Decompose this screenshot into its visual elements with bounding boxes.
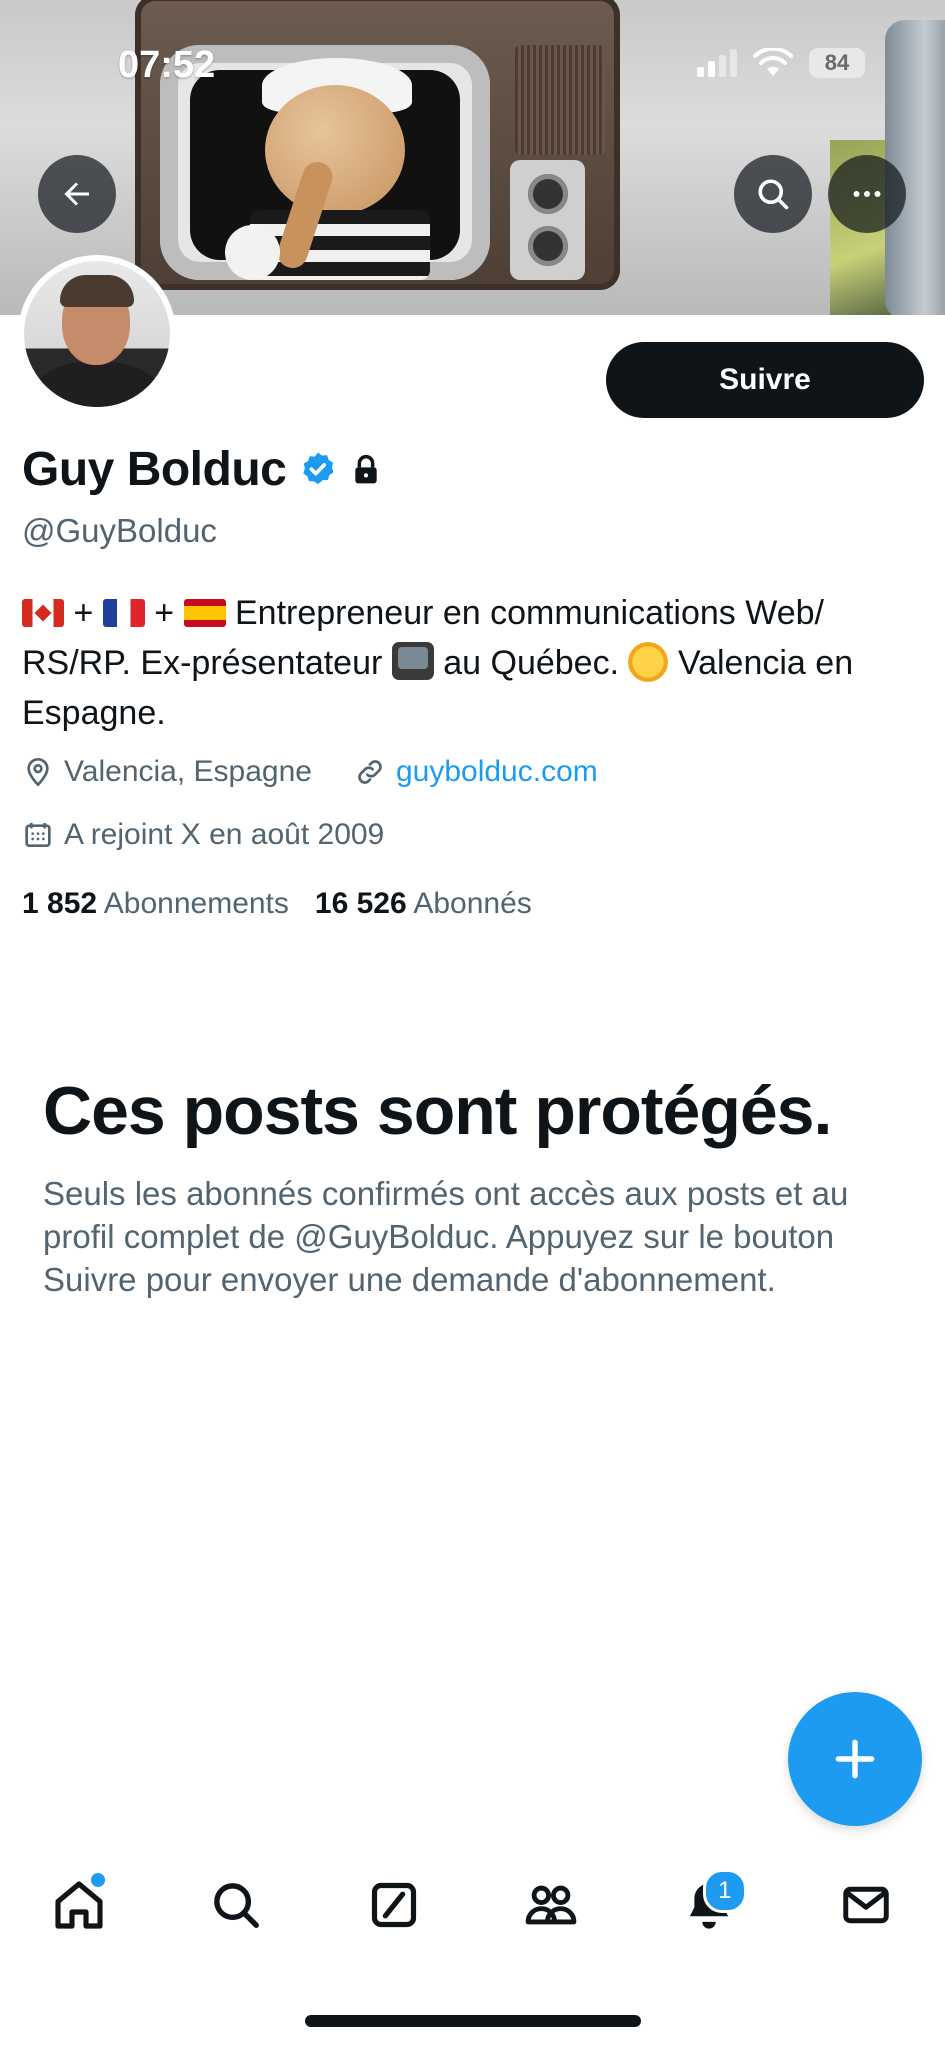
- tab-communities[interactable]: [511, 1865, 591, 1945]
- lock-icon: [355, 454, 378, 483]
- profile-bio: + + Entrepreneur en communications Web/ …: [22, 588, 922, 738]
- plus-icon: [835, 1739, 875, 1779]
- following-count: 1 852: [22, 887, 98, 920]
- followers-count: 16 526: [314, 887, 407, 920]
- more-icon: [853, 191, 881, 197]
- grok-icon: [371, 1882, 416, 1928]
- followers-label: Abonnés: [413, 887, 532, 920]
- location-text: Valencia, Espagne: [64, 755, 312, 788]
- spain-flag-icon: [183, 599, 226, 627]
- profile-name-row: Guy Bolduc: [22, 442, 382, 497]
- sun-icon: [628, 642, 669, 682]
- canada-flag-icon: [22, 599, 64, 627]
- france-flag-icon: [102, 599, 145, 627]
- profile-name: Guy Bolduc: [22, 443, 287, 496]
- protected-title: Ces posts sont protégés.: [43, 1073, 832, 1149]
- following-stat[interactable]: 1 852 Abonnements: [22, 887, 289, 921]
- search-button[interactable]: [734, 155, 812, 233]
- compose-post-button[interactable]: [788, 1692, 922, 1826]
- battery-indicator: 84: [809, 48, 865, 78]
- website-link[interactable]: guybolduc.com: [396, 755, 598, 789]
- status-time: 07:52: [118, 44, 216, 86]
- bottom-tab-bar: 1: [0, 1865, 945, 1945]
- follow-button[interactable]: Suivre: [606, 342, 924, 418]
- home-indicator: [305, 2015, 641, 2027]
- bio-plus: +: [73, 594, 94, 632]
- tab-notifications[interactable]: 1: [669, 1865, 749, 1945]
- joined-text: A rejoint X en août 2009: [64, 818, 385, 851]
- location-icon: [27, 757, 49, 787]
- more-options-button[interactable]: [828, 155, 906, 233]
- protected-description: Seuls les abonnés confirmés ont accès au…: [43, 1175, 849, 1298]
- notifications-badge: 1: [702, 1869, 747, 1913]
- following-label: Abonnements: [103, 887, 289, 920]
- back-button[interactable]: [38, 155, 116, 233]
- communities-icon: [525, 1885, 577, 1925]
- bio-plus: +: [154, 594, 175, 632]
- explore-icon: [214, 1883, 260, 1928]
- profile-stats: 1 852 Abonnements 16 526 Abonnés: [22, 887, 532, 921]
- cellular-signal-icon: [697, 49, 737, 77]
- profile-handle: @GuyBolduc: [22, 512, 217, 549]
- profile-meta-location: Valencia, Espagne guybolduc.com: [22, 755, 598, 789]
- calendar-icon: [25, 823, 51, 847]
- avatar-image: [24, 261, 170, 407]
- wifi-icon: [753, 48, 793, 76]
- television-icon: [391, 642, 434, 680]
- tab-grok[interactable]: [354, 1865, 434, 1945]
- tab-messages[interactable]: [826, 1865, 906, 1945]
- back-arrow-icon: [64, 182, 89, 206]
- profile-meta-joined: A rejoint X en août 2009: [22, 818, 384, 852]
- bio-text: au Québec.: [443, 644, 620, 682]
- followers-stat[interactable]: 16 526 Abonnés: [315, 887, 532, 921]
- avatar[interactable]: [18, 255, 176, 413]
- home-unread-dot: [90, 1873, 105, 1887]
- verified-badge-icon[interactable]: [298, 450, 338, 490]
- search-icon: [758, 179, 789, 210]
- status-indicators: 84: [697, 48, 865, 78]
- link-icon: [358, 760, 382, 784]
- messages-icon: [843, 1886, 889, 1924]
- tab-home[interactable]: [39, 1865, 119, 1945]
- tab-explore[interactable]: [196, 1865, 276, 1945]
